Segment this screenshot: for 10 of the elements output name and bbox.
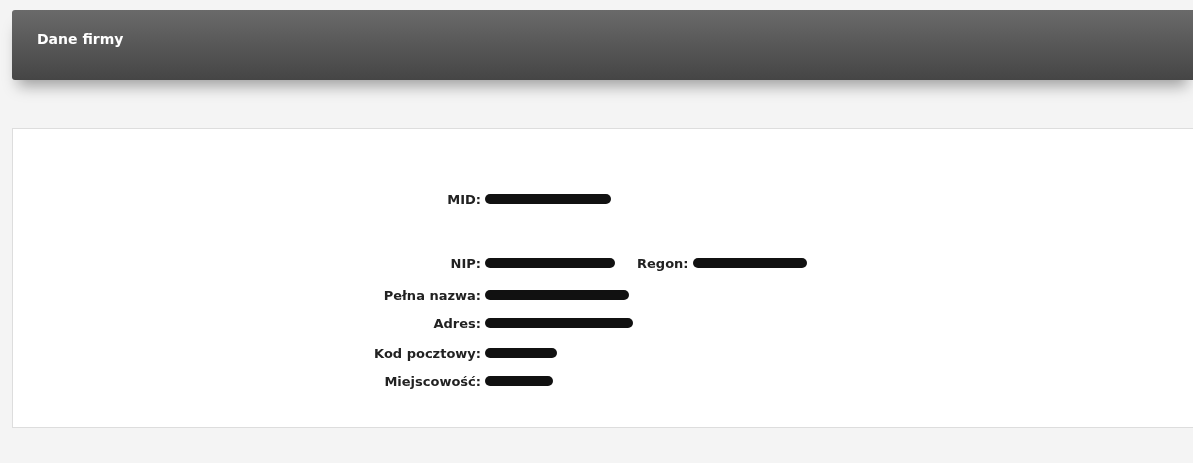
field-label: MID: — [446, 191, 481, 207]
field-label: Pełna nazwa: — [382, 287, 481, 303]
page-title: Dane firmy — [37, 31, 124, 47]
field-label: Regon: — [637, 255, 689, 271]
field-label: Adres: — [432, 315, 481, 331]
redaction-mark — [485, 347, 557, 359]
field-label: Kod pocztowy: — [373, 345, 481, 361]
field-label: NIP: — [449, 255, 481, 271]
field-label: Miejscowość: — [383, 373, 481, 389]
redaction-mark — [485, 375, 553, 387]
